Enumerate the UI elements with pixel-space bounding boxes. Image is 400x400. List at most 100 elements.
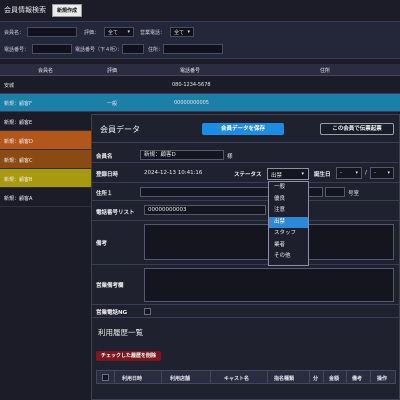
results-header: 会員名 評価 電話番号 住所 [0, 64, 400, 76]
address-input[interactable] [163, 44, 223, 54]
search-title: 会員情報検索 [4, 6, 46, 14]
row-phone: 00000000005 [174, 100, 209, 106]
rating-select[interactable]: 全て ▾ [104, 27, 134, 37]
history-col-date: 利用日時 [122, 376, 143, 382]
chevron-down-icon: ▾ [187, 29, 190, 35]
divider [267, 371, 268, 383]
birthday-label: 誕生日 [314, 172, 331, 178]
row-name: 安城 [4, 83, 15, 89]
room-number-field[interactable] [325, 187, 345, 197]
sales-ng-checkbox[interactable] [144, 308, 151, 315]
divider [323, 371, 324, 383]
sales-notes-textarea[interactable] [144, 268, 394, 302]
modal-title: 会員データ [100, 125, 140, 134]
notes-label: 備考 [96, 241, 108, 247]
phone-list-label: 電話番号リスト [96, 210, 135, 216]
status-option-good[interactable]: 優良 [269, 194, 308, 206]
status-option-vendor[interactable]: 業者 [269, 240, 308, 252]
phone-number-input[interactable] [32, 44, 72, 54]
divider [114, 371, 115, 383]
col-phone: 電話番号 [180, 68, 201, 74]
sales-notes-label: 営業備考欄 [96, 283, 124, 289]
status-option-staff[interactable]: スタッフ [269, 228, 308, 240]
history-col-amount: 金額 [329, 376, 340, 382]
member-name-field[interactable]: 新規：顧客D [140, 150, 224, 160]
list-item[interactable]: 新規：顧客C [0, 150, 92, 169]
status-select-value: 出禁 [271, 173, 283, 179]
registered-value: 2024-12-13 10:41:16 [144, 170, 203, 176]
registered-row: 登録日時 2024-12-13 10:41:16 ステータス 誕生日 - ▾ /… [92, 163, 399, 183]
sales-phone-select[interactable]: 全て ▾ [170, 27, 194, 37]
member-list: 新規：顧客E 新規：顧客D 新規：顧客C 新規：顧客B 新規：顧客A [0, 112, 92, 207]
history-header: 利用日時 利用店舗 キャスト名 指名種類 分 金額 備考 操作 [96, 370, 396, 384]
table-row[interactable]: 安城 080-1234-5678 [0, 76, 400, 94]
list-item[interactable]: 新規：顧客D [0, 131, 92, 150]
history-col-shop: 利用店舗 [170, 376, 191, 382]
rating-label: 評価： [84, 30, 100, 36]
phone-list-field[interactable]: 00000000003 [144, 205, 266, 215]
history-select-all-checkbox[interactable] [102, 374, 109, 381]
col-rating: 評価 [107, 68, 118, 74]
table-row-selected[interactable]: 新規：顧客F 一般 00000000005 [0, 94, 400, 112]
status-option-general[interactable]: 一般 [269, 182, 308, 194]
divider [346, 371, 347, 383]
phone-list-row: 電話番号リスト 00000000003 [92, 201, 399, 221]
sales-ng-row: 営業電話NG [92, 305, 399, 318]
birthday-day-value: - [374, 170, 376, 176]
notes-row: 備考 [92, 221, 399, 265]
search-header: 会員情報検索 新規作成 [0, 0, 400, 20]
row-name: 新規：顧客F [4, 101, 32, 107]
chevron-down-icon: ▾ [127, 29, 130, 35]
delete-history-button[interactable]: チェックした履歴を削除 [96, 351, 162, 361]
phone-last4-input[interactable] [122, 44, 144, 54]
member-name-label: 会員名： [4, 30, 25, 36]
chevron-down-icon: ▾ [387, 170, 390, 176]
sales-ng-label: 営業電話NG [96, 310, 128, 316]
list-item[interactable]: 新規：顧客B [0, 169, 92, 188]
address-label: 住所： [148, 47, 164, 53]
row-rating: 一般 [107, 101, 118, 107]
new-member-button[interactable]: 新規作成 [52, 3, 83, 17]
row-phone: 080-1234-5678 [172, 82, 211, 88]
birthday-separator: / [365, 170, 367, 176]
list-item[interactable]: 新規：顧客A [0, 188, 92, 207]
chevron-down-icon: ▾ [355, 170, 358, 176]
sales-phone-label: 営業電話： [140, 30, 166, 36]
member-data-modal: 会員データ 会員データを保存 この会員で伝票起票 会員名 新規：顧客D 様 登録… [91, 114, 400, 400]
history-col-minutes: 分 [313, 376, 319, 382]
status-label: ステータス [234, 172, 262, 178]
birthday-month-select[interactable]: - ▾ [336, 167, 362, 179]
sales-notes-row: 営業備考欄 [92, 265, 399, 305]
create-slip-button[interactable]: この会員で伝票起票 [320, 123, 394, 135]
birthday-day-select[interactable]: - ▾ [370, 167, 394, 179]
history-col-notes: 備考 [352, 376, 363, 382]
col-address: 住所 [320, 68, 331, 74]
address-row: 住所１ 号室 [92, 183, 399, 201]
save-member-button[interactable]: 会員データを保存 [202, 123, 284, 135]
sales-phone-select-value: 全て [174, 30, 185, 36]
divider [161, 371, 162, 383]
results-table: 会員名 評価 電話番号 住所 安城 080-1234-5678 新規：顧客F 一… [0, 64, 400, 112]
status-option-other[interactable]: その他 [269, 251, 308, 263]
divider [370, 371, 371, 383]
rating-select-value: 全て [108, 30, 119, 36]
member-name-input[interactable] [27, 27, 77, 37]
history-col-actions: 操作 [377, 376, 388, 382]
status-option-caution[interactable]: 注意 [269, 205, 308, 217]
room-suffix: 号室 [348, 191, 360, 197]
divider [309, 371, 310, 383]
chevron-down-icon: ▾ [301, 171, 304, 177]
app-root: 会員情報検索 新規作成 会員名： 評価： 全て ▾ 営業電話： 全て ▾ 電話番… [0, 0, 400, 400]
list-item[interactable]: 新規：顧客E [0, 112, 92, 131]
address-field-label: 住所１ [96, 191, 113, 197]
honorific: 様 [227, 154, 233, 160]
status-dropdown: 一般 優良 注意 出禁 スタッフ 業者 その他 [268, 181, 309, 266]
history-title: 利用履歴一覧 [98, 328, 143, 337]
registered-label: 登録日時 [96, 172, 119, 178]
history-col-cast: キャスト名 [224, 376, 250, 382]
divider [210, 371, 211, 383]
phone-number-label: 電話番号： [4, 47, 30, 53]
member-name-field-label: 会員名 [96, 154, 113, 160]
status-select[interactable]: 出禁 ▾ [267, 168, 309, 180]
status-option-banned[interactable]: 出禁 [269, 216, 308, 228]
